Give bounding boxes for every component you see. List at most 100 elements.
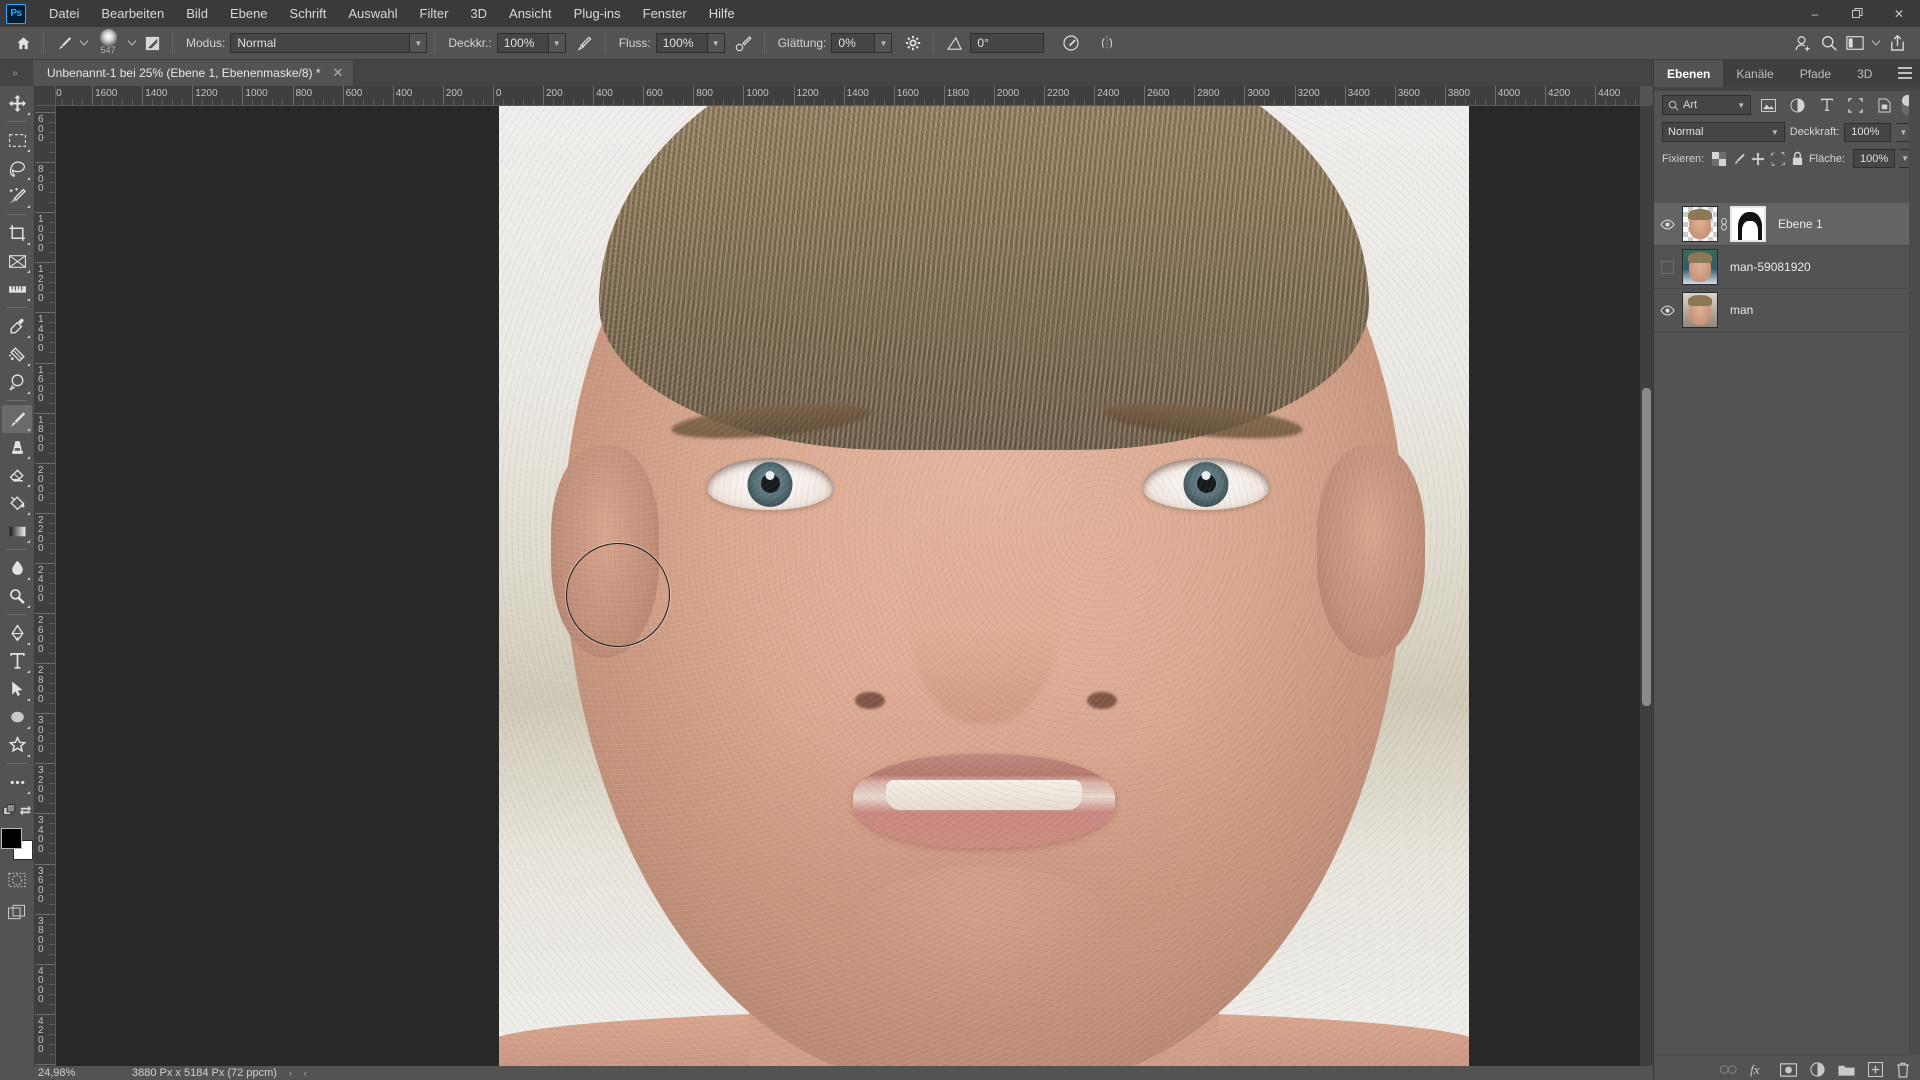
layer-mask-icon[interactable]	[1780, 1062, 1797, 1077]
workspace-icon[interactable]	[1842, 31, 1868, 55]
lock-all-icon[interactable]	[1789, 149, 1805, 169]
menu-item-hilfe[interactable]: Hilfe	[698, 2, 746, 25]
mode-value[interactable]: Normal	[230, 33, 411, 53]
canvas-area[interactable]	[56, 106, 1640, 1066]
menu-item-filter[interactable]: Filter	[409, 2, 460, 25]
path-selection-tool[interactable]	[2, 675, 32, 703]
search-icon[interactable]	[1816, 31, 1842, 55]
menu-item-schrift[interactable]: Schrift	[279, 2, 338, 25]
layer-row[interactable]: man	[1654, 289, 1920, 332]
layer-name[interactable]: Ebene 1	[1778, 217, 1823, 231]
smoothing-value[interactable]: 0%	[831, 33, 876, 53]
symmetry-icon[interactable]	[1094, 31, 1120, 55]
dodge-tool[interactable]	[2, 582, 32, 610]
delete-layer-icon[interactable]	[1896, 1062, 1910, 1078]
paint-bucket-tool[interactable]	[2, 489, 32, 517]
quick-mask-icon[interactable]	[2, 866, 32, 894]
menu-item-bild[interactable]: Bild	[175, 2, 219, 25]
custom-shape-tool[interactable]	[2, 731, 32, 759]
eyedropper-tool[interactable]	[2, 312, 32, 340]
airbrush-icon[interactable]	[731, 31, 757, 55]
canvas-vertical-scrollbar[interactable]	[1640, 106, 1653, 1066]
layer-thumbnail[interactable]	[1682, 249, 1718, 285]
flow-value[interactable]: 100%	[655, 33, 708, 53]
filter-smart-object-icon[interactable]	[1873, 94, 1896, 116]
panel-tab-ebenen[interactable]: Ebenen	[1654, 60, 1724, 87]
clone-stamp-tool[interactable]	[2, 433, 32, 461]
menu-item-3d[interactable]: 3D	[459, 2, 498, 25]
menu-item-bearbeiten[interactable]: Bearbeiten	[90, 2, 175, 25]
filter-pixel-icon[interactable]	[1757, 94, 1780, 116]
panel-opacity-value[interactable]: 100%	[1844, 122, 1891, 142]
status-prev-icon[interactable]: ‹	[304, 1068, 307, 1078]
link-layers-icon[interactable]	[1720, 1064, 1737, 1075]
flow-chevron-down-icon[interactable]: ▼	[707, 33, 725, 53]
eyedropper-measure-tool[interactable]	[2, 275, 32, 303]
layer-visibility-toggle[interactable]	[1654, 289, 1680, 332]
new-layer-icon[interactable]	[1868, 1062, 1883, 1077]
brush-preset-chevron-icon[interactable]	[77, 31, 91, 55]
lock-position-icon[interactable]	[1750, 149, 1766, 169]
layer-visibility-toggle[interactable]	[1654, 246, 1680, 289]
brush-tool[interactable]	[2, 405, 32, 433]
layers-scrollbar[interactable]	[1909, 91, 1920, 1080]
layer-thumbnail[interactable]	[1682, 206, 1718, 242]
opacity-combo[interactable]: 100% ▼	[496, 33, 566, 53]
blur-tool[interactable]	[2, 554, 32, 582]
brush-preset-picker-chevron-icon[interactable]	[125, 31, 139, 55]
angle-icon[interactable]	[941, 31, 967, 55]
filter-shape-icon[interactable]	[1844, 94, 1867, 116]
type-tool[interactable]	[2, 647, 32, 675]
fill-value[interactable]: 100%	[1853, 149, 1896, 168]
filter-adjustment-icon[interactable]	[1786, 94, 1809, 116]
frame-tool[interactable]	[2, 247, 32, 275]
color-swatches[interactable]	[1, 828, 33, 860]
gear-icon[interactable]	[900, 31, 926, 55]
marquee-tool[interactable]	[2, 126, 32, 154]
layer-mask-thumbnail[interactable]	[1730, 206, 1766, 242]
menu-item-fenster[interactable]: Fenster	[632, 2, 698, 25]
mode-chevron-down-icon[interactable]: ▼	[410, 33, 428, 53]
edit-toolbar-icon[interactable]	[0, 796, 34, 824]
panel-tab-3d[interactable]: 3D	[1844, 60, 1885, 87]
more-tools[interactable]	[2, 768, 32, 796]
panel-tab-kan-le[interactable]: Kanäle	[1723, 60, 1786, 87]
quick-selection-tool[interactable]	[2, 182, 32, 210]
lasso-tool[interactable]	[2, 154, 32, 182]
horizontal-ruler[interactable]: 8001600140012001000800600400200020040060…	[56, 86, 1640, 106]
move-tool[interactable]	[2, 89, 32, 117]
mode-combo[interactable]: Normal ▼	[230, 33, 428, 53]
lock-transparency-icon[interactable]	[1711, 149, 1727, 169]
adjustment-layer-icon[interactable]	[1810, 1062, 1825, 1077]
eraser-tool[interactable]	[2, 461, 32, 489]
close-icon[interactable]: ✕	[333, 65, 344, 81]
pressure-opacity-icon[interactable]	[572, 31, 598, 55]
menu-item-plug-ins[interactable]: Plug-ins	[563, 2, 632, 25]
spot-healing-tool[interactable]	[2, 340, 32, 368]
flow-combo[interactable]: 100% ▼	[655, 33, 725, 53]
home-icon[interactable]	[10, 31, 36, 55]
status-next-icon[interactable]: ›	[289, 1068, 292, 1078]
vertical-ruler[interactable]: 600 800 1000 1200 1400 1600 1800 2000 2200 2400 26…	[35, 106, 56, 1066]
layer-name[interactable]: man	[1730, 303, 1753, 317]
layer-thumbnail[interactable]	[1682, 292, 1718, 328]
layer-row[interactable]: Ebene 1	[1654, 203, 1920, 246]
foreground-color-swatch[interactable]	[1, 828, 22, 849]
brush-panel-icon[interactable]	[139, 31, 165, 55]
menu-item-datei[interactable]: Datei	[38, 2, 90, 25]
blend-mode-combo[interactable]: Normal ▼	[1662, 122, 1785, 142]
lock-image-icon[interactable]	[1731, 149, 1747, 169]
angle-value[interactable]: 0°	[970, 33, 1045, 53]
layer-visibility-toggle[interactable]	[1654, 203, 1680, 246]
opacity-chevron-down-icon[interactable]: ▼	[548, 33, 566, 53]
layer-row[interactable]: man-59081920	[1654, 246, 1920, 289]
layer-name[interactable]: man-59081920	[1730, 260, 1811, 274]
ellipse-shape-tool[interactable]	[2, 703, 32, 731]
screen-mode-icon[interactable]	[2, 898, 32, 926]
brush-preset-icon[interactable]	[51, 31, 77, 55]
filter-chevron-down-icon[interactable]: ▼	[1737, 101, 1745, 110]
crop-tool[interactable]	[2, 219, 32, 247]
filter-type-combo[interactable]: Art ▼	[1662, 95, 1752, 115]
smoothing-combo[interactable]: 0% ▼	[831, 33, 893, 53]
layer-style-icon[interactable]: fx	[1750, 1062, 1767, 1077]
